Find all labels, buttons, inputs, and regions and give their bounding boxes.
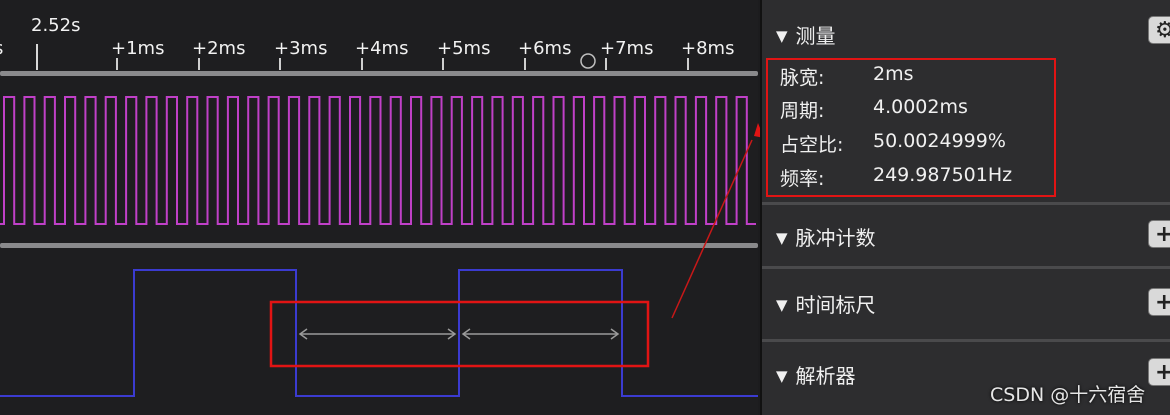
triangle-down-icon: ▼: [776, 367, 788, 385]
section-divider: [762, 202, 1170, 205]
plus-icon[interactable]: +: [1148, 288, 1170, 316]
measure-key-duty-cycle: 占空比:: [780, 134, 844, 156]
section-analyzer-header[interactable]: ▼ 解析器: [776, 360, 856, 389]
tick-marks: [116, 58, 689, 70]
annotation-connector: [671, 139, 753, 319]
measure-key-frequency: 频率:: [780, 168, 825, 190]
measure-value-period: 4.0002ms: [873, 96, 968, 118]
measure-key-period: 周期:: [780, 100, 825, 122]
section-title-measure: 测量: [795, 24, 836, 48]
plus-icon[interactable]: +: [1148, 220, 1170, 248]
section-pulse-count-header[interactable]: ▼ 脉冲计数: [776, 222, 876, 251]
measure-value-duty-cycle: 50.0024999%: [873, 130, 1006, 152]
triangle-down-icon: ▼: [776, 229, 788, 247]
measure-key-pulse-width: 脉宽:: [780, 67, 825, 89]
triangle-down-icon: ▼: [776, 27, 788, 45]
watermark: CSDN @十六宿舍: [990, 384, 1146, 406]
waveform-canvas: [0, 53, 758, 397]
signal-2-waveform: [0, 269, 758, 397]
section-title-pulse-count: 脉冲计数: [795, 226, 876, 250]
triangle-down-icon: ▼: [776, 296, 788, 314]
section-divider: [762, 339, 1170, 342]
waveform-view[interactable]: 2.52s s +1ms +2ms +3ms +4ms +5ms +6ms +7…: [0, 0, 758, 415]
plus-icon[interactable]: +: [1148, 358, 1170, 386]
section-divider: [762, 266, 1170, 269]
gear-icon[interactable]: ⚙: [1148, 16, 1170, 44]
measure-value-frequency: 249.987501Hz: [873, 164, 1013, 186]
circle-cursor-icon: [580, 53, 596, 69]
section-title-analyzer: 解析器: [795, 364, 856, 388]
section-measure-header[interactable]: ▼ 测量: [776, 20, 836, 49]
measure-value-pulse-width: 2ms: [873, 63, 914, 85]
section-time-ruler-header[interactable]: ▼ 时间标尺: [776, 289, 876, 318]
signal-1-waveform: [0, 96, 756, 225]
section-title-time-ruler: 时间标尺: [795, 293, 876, 317]
